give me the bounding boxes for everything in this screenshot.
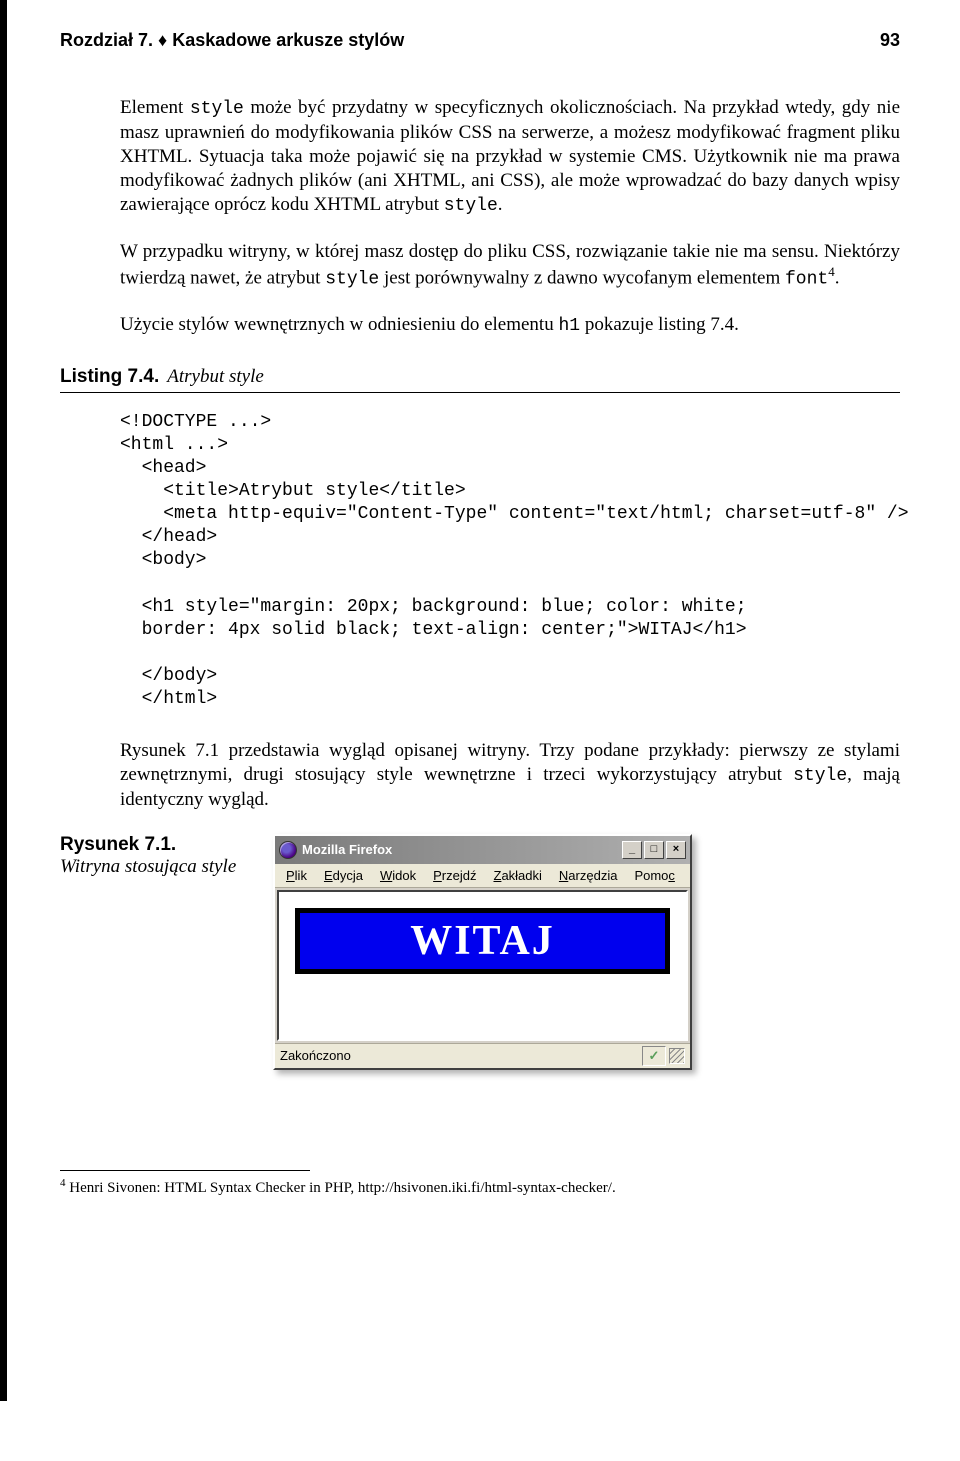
code-inline: style: [325, 270, 379, 290]
listing-label: Listing 7.4.: [60, 366, 159, 388]
footnote: 4 Henri Sivonen: HTML Syntax Checker in …: [60, 1177, 900, 1197]
text: pokazuje listing 7.4.: [580, 314, 739, 335]
footnote-text: Henri Sivonen: HTML Syntax Checker in PH…: [66, 1180, 616, 1196]
witaj-heading: WITAJ: [295, 908, 670, 974]
browser-viewport: WITAJ: [277, 890, 688, 1041]
listing-caption: Atrybut style: [167, 366, 264, 388]
chapter-title: Rozdział 7. ♦ Kaskadowe arkusze stylów: [60, 30, 404, 51]
footnote-rule: [60, 1170, 310, 1171]
figure-caption: Rysunek 7.1. Witryna stosująca style: [60, 834, 245, 879]
window-buttons: _ □ ×: [622, 841, 686, 859]
minimize-button[interactable]: _: [622, 841, 642, 859]
code-listing: <!DOCTYPE ...> <html ...> <head> <title>…: [120, 411, 900, 710]
listing-header: Listing 7.4. Atrybut style: [60, 366, 900, 388]
menu-narzedzia[interactable]: Narzędzia: [552, 867, 625, 884]
check-icon: ✓: [649, 1048, 660, 1064]
menu-pomoc[interactable]: Pomoc: [627, 867, 681, 884]
text: Rysunek 7.1 przedstawia wygląd opisanej …: [120, 740, 900, 785]
statusbar: Zakończono ✓: [275, 1043, 690, 1068]
browser-window: Mozilla Firefox _ □ × Plik Edycja Widok …: [273, 834, 692, 1070]
maximize-button[interactable]: □: [644, 841, 664, 859]
text: jest porównywalny z dawno wycofanym elem…: [379, 268, 785, 289]
page-header: Rozdział 7. ♦ Kaskadowe arkusze stylów 9…: [60, 30, 900, 51]
close-icon: ×: [673, 844, 679, 855]
titlebar-left: Mozilla Firefox: [279, 841, 392, 859]
status-text: Zakończono: [280, 1048, 351, 1063]
titlebar: Mozilla Firefox _ □ ×: [275, 836, 690, 864]
paragraph-4: Rysunek 7.1 przedstawia wygląd opisanej …: [120, 739, 900, 812]
menu-widok[interactable]: Widok: [373, 867, 423, 884]
menu-przejdz[interactable]: Przejdź: [426, 867, 483, 884]
resize-grip[interactable]: [669, 1048, 685, 1064]
minimize-icon: _: [629, 844, 635, 855]
close-button[interactable]: ×: [666, 841, 686, 859]
menu-zakladki[interactable]: Zakładki: [486, 867, 548, 884]
text: Element: [120, 97, 190, 118]
code-inline: style: [793, 766, 847, 786]
status-right: ✓: [642, 1046, 685, 1066]
firefox-icon: [279, 841, 297, 859]
paragraph-3: Użycie stylów wewnętrznych w odniesieniu…: [120, 313, 900, 338]
figure-desc: Witryna stosująca style: [60, 856, 236, 877]
menu-plik[interactable]: Plik: [279, 867, 314, 884]
code-inline: style: [190, 99, 244, 119]
code-inline: h1: [558, 316, 580, 336]
maximize-icon: □: [651, 844, 658, 855]
text: .: [498, 194, 503, 215]
code-inline: font: [785, 270, 828, 290]
page-number: 93: [880, 30, 900, 51]
paragraph-2: W przypadku witryny, w której masz dostę…: [120, 240, 900, 291]
menubar: Plik Edycja Widok Przejdź Zakładki Narzę…: [275, 864, 690, 888]
paragraph-1: Element style może być przydatny w specy…: [120, 96, 900, 218]
page-left-strip: [0, 0, 7, 1401]
menu-edycja[interactable]: Edycja: [317, 867, 370, 884]
listing-rule: [60, 392, 900, 393]
text: .: [835, 268, 840, 289]
text: Użycie stylów wewnętrznych w odniesieniu…: [120, 314, 558, 335]
status-indicator: ✓: [642, 1046, 666, 1066]
figure-row: Rysunek 7.1. Witryna stosująca style Moz…: [60, 834, 900, 1070]
figure-label: Rysunek 7.1.: [60, 834, 245, 856]
window-title: Mozilla Firefox: [302, 842, 392, 857]
code-inline: style: [444, 196, 498, 216]
